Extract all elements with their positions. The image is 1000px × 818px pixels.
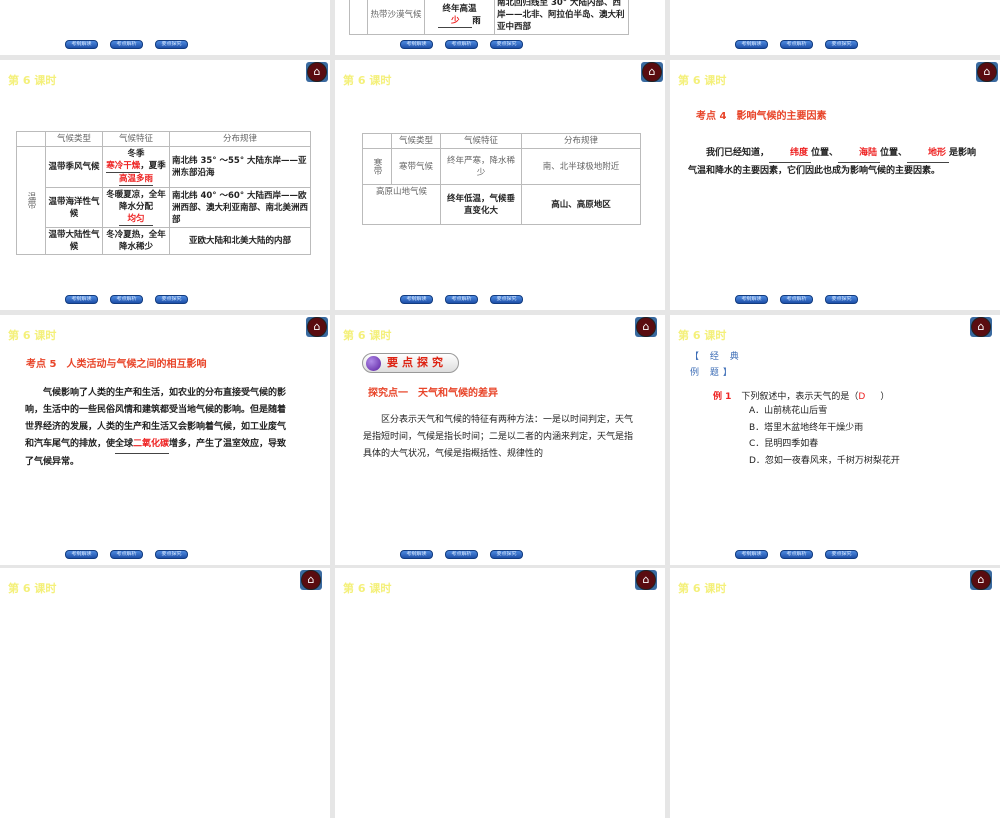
option: C．昆明四季如春 xyxy=(749,439,819,449)
home-icon: ⌂ xyxy=(636,317,656,337)
slide-top-right[interactable]: 考纲解读 考点解析 要点探究 xyxy=(670,0,1000,55)
home-icon: ⌂ xyxy=(642,62,662,82)
slide-nav: 考纲解读 考点解析 要点探究 xyxy=(400,550,523,559)
option: A．山前桃花山后雪 xyxy=(749,406,828,416)
home-icon: ⌂ xyxy=(307,317,327,337)
home-button[interactable]: ⌂ xyxy=(306,317,328,337)
nav-button[interactable]: 考点解析 xyxy=(780,550,813,559)
nav-button[interactable]: 考纲解读 xyxy=(65,40,98,49)
key-points-badge: 要点探究 xyxy=(362,353,459,373)
nav-button[interactable]: 考纲解读 xyxy=(735,40,768,49)
home-icon: ⌂ xyxy=(977,62,997,82)
nav-button[interactable]: 考纲解读 xyxy=(400,40,433,49)
nav-button[interactable]: 考点解析 xyxy=(445,295,478,304)
nav-button[interactable]: 考点解析 xyxy=(780,295,813,304)
lesson-label: 第 6 课时 xyxy=(8,582,57,595)
answer: D xyxy=(858,392,866,402)
slide-nav: 考纲解读 考点解析 要点探究 xyxy=(65,40,188,49)
nav-button[interactable]: 要点探究 xyxy=(155,550,188,559)
slide-nav: 考纲解读 考点解析 要点探究 xyxy=(400,295,523,304)
factor-paragraph: 我们已经知道， 纬度 位置、 海陆 位置、 地形 是影响气温和降水的主要因素，它们因此也成为… xyxy=(688,145,978,180)
slide-nav: 考纲解读 考点解析 要点探究 xyxy=(65,295,188,304)
nav-button[interactable]: 考点解析 xyxy=(110,550,143,559)
home-button[interactable]: ⌂ xyxy=(635,570,657,590)
options-list: A．山前桃花山后雪 B．塔里木盆地终年干燥少雨 C．昆明四季如春 D．忽如一夜春… xyxy=(749,403,900,469)
home-button[interactable]: ⌂ xyxy=(970,570,992,590)
section-title: 考点 4 影响气候的主要因素 xyxy=(696,111,827,122)
slide-climate-factors[interactable]: 第 6 课时 ⌂ 考点 4 影响气候的主要因素 我们已经知道， 纬度 位置、 海陆 位置… xyxy=(670,60,1000,310)
slide-nav: 考纲解读 考点解析 要点探究 xyxy=(735,550,858,559)
lesson-label: 第 6 课时 xyxy=(343,329,392,342)
purple-ball-icon xyxy=(366,356,381,371)
home-button[interactable]: ⌂ xyxy=(976,62,998,82)
nav-button[interactable]: 考纲解读 xyxy=(65,295,98,304)
slide-key-points[interactable]: 第 6 课时 ⌂ 要点探究 探究点一 天气和气候的差异 区分表示天气和气候的特征… xyxy=(335,315,665,565)
slide-nav: 考纲解读 考点解析 要点探究 xyxy=(400,40,523,49)
nav-button[interactable]: 要点探究 xyxy=(155,295,188,304)
nav-button[interactable]: 考纲解读 xyxy=(400,550,433,559)
climate-table-fragment: 热带沙漠气候 终年高温少雨 南北回归线至 30° 大陆内部、西岸——北非、阿拉伯… xyxy=(349,0,629,35)
section-title: 探究点一 天气和气候的差异 xyxy=(368,388,498,399)
home-icon: ⌂ xyxy=(636,570,656,590)
nav-button[interactable]: 要点探究 xyxy=(490,295,523,304)
home-button[interactable]: ⌂ xyxy=(635,317,657,337)
lesson-label: 第 6 课时 xyxy=(678,329,727,342)
lesson-label: 第 6 课时 xyxy=(343,582,392,595)
cold-climate-table: 气候类型 气候特征 分布规律 寒带 寒带气候 终年严寒，降水稀少 南、北半球极地附近 高原… xyxy=(362,133,641,225)
home-button[interactable]: ⌂ xyxy=(306,62,328,82)
nav-button[interactable]: 考点解析 xyxy=(445,40,478,49)
slide-bottom-middle[interactable]: 第 6 课时 ⌂ xyxy=(335,568,665,818)
nav-button[interactable]: 考纲解读 xyxy=(735,295,768,304)
nav-button[interactable]: 要点探究 xyxy=(155,40,188,49)
slide-nav: 考纲解读 考点解析 要点探究 xyxy=(65,550,188,559)
question: 例 1 下列叙述中，表示天气的是（D） xyxy=(713,392,890,402)
home-button[interactable]: ⌂ xyxy=(970,317,992,337)
explore-paragraph: 区分表示天气和气候的特征有两种方法：一是以时间判定，天气是指短时间，气候是指长时… xyxy=(363,415,634,459)
nav-button[interactable]: 考纲解读 xyxy=(735,550,768,559)
lesson-label: 第 6 课时 xyxy=(8,329,57,342)
slide-top-middle[interactable]: 热带沙漠气候 终年高温少雨 南北回归线至 30° 大陆内部、西岸——北非、阿拉伯… xyxy=(335,0,665,55)
slide-human-activity[interactable]: 第 6 课时 ⌂ 考点 5 人类活动与气候之间的相互影响 气候影响了人类的生产和… xyxy=(0,315,330,565)
section-title: 考点 5 人类活动与气候之间的相互影响 xyxy=(26,359,207,370)
nav-button[interactable]: 要点探究 xyxy=(490,40,523,49)
nav-button[interactable]: 要点探究 xyxy=(825,295,858,304)
human-paragraph: 气候影响了人类的生产和生活，如农业的分布直接受气候的影响，生活中的一些民俗风情和… xyxy=(25,388,287,467)
example-heading: 【 经 典 例 题】 xyxy=(690,352,743,378)
temperate-climate-table: 气候类型 气候特征 分布规律 温带 温带季风气候 冬季 寒冷干燥，夏季高温多雨 南北纬… xyxy=(16,131,311,255)
home-button[interactable]: ⌂ xyxy=(641,62,663,82)
nav-button[interactable]: 要点探究 xyxy=(825,40,858,49)
slide-temperate-climate[interactable]: 第 6 课时 ⌂ 气候类型 气候特征 分布规律 温带 温带季风气候 冬季 寒冷干燥，夏… xyxy=(0,60,330,310)
slide-nav: 考纲解读 考点解析 要点探究 xyxy=(735,40,858,49)
nav-button[interactable]: 考点解析 xyxy=(110,295,143,304)
option: D．忽如一夜春风来，千树万树梨花开 xyxy=(749,455,900,466)
home-icon: ⌂ xyxy=(971,317,991,337)
nav-button[interactable]: 要点探究 xyxy=(825,550,858,559)
nav-button[interactable]: 考纲解读 xyxy=(65,550,98,559)
lesson-label: 第 6 课时 xyxy=(678,74,727,87)
nav-button[interactable]: 考点解析 xyxy=(780,40,813,49)
lesson-label: 第 6 课时 xyxy=(678,582,727,595)
nav-button[interactable]: 要点探究 xyxy=(490,550,523,559)
nav-button[interactable]: 考纲解读 xyxy=(400,295,433,304)
nav-button[interactable]: 考点解析 xyxy=(445,550,478,559)
slide-cold-climate[interactable]: 第 6 课时 ⌂ 气候类型 气候特征 分布规律 寒带 寒带气候 终年严寒，降水稀少 南、北… xyxy=(335,60,665,310)
lesson-label: 第 6 课时 xyxy=(343,74,392,87)
home-icon: ⌂ xyxy=(307,62,327,82)
home-button[interactable]: ⌂ xyxy=(300,570,322,590)
slide-top-left[interactable]: 考纲解读 考点解析 要点探究 xyxy=(0,0,330,55)
lesson-label: 第 6 课时 xyxy=(8,74,57,87)
option: B．塔里木盆地终年干燥少雨 xyxy=(749,422,864,433)
home-icon: ⌂ xyxy=(301,570,321,590)
slide-nav: 考纲解读 考点解析 要点探究 xyxy=(735,295,858,304)
nav-button[interactable]: 考点解析 xyxy=(110,40,143,49)
home-icon: ⌂ xyxy=(971,570,991,590)
slide-bottom-left[interactable]: 第 6 课时 ⌂ xyxy=(0,568,330,818)
slide-example[interactable]: 第 6 课时 ⌂ 【 经 典 例 题】 例 1 下列叙述中，表示天气的是（D） A… xyxy=(670,315,1000,565)
slide-bottom-right[interactable]: 第 6 课时 ⌂ xyxy=(670,568,1000,818)
